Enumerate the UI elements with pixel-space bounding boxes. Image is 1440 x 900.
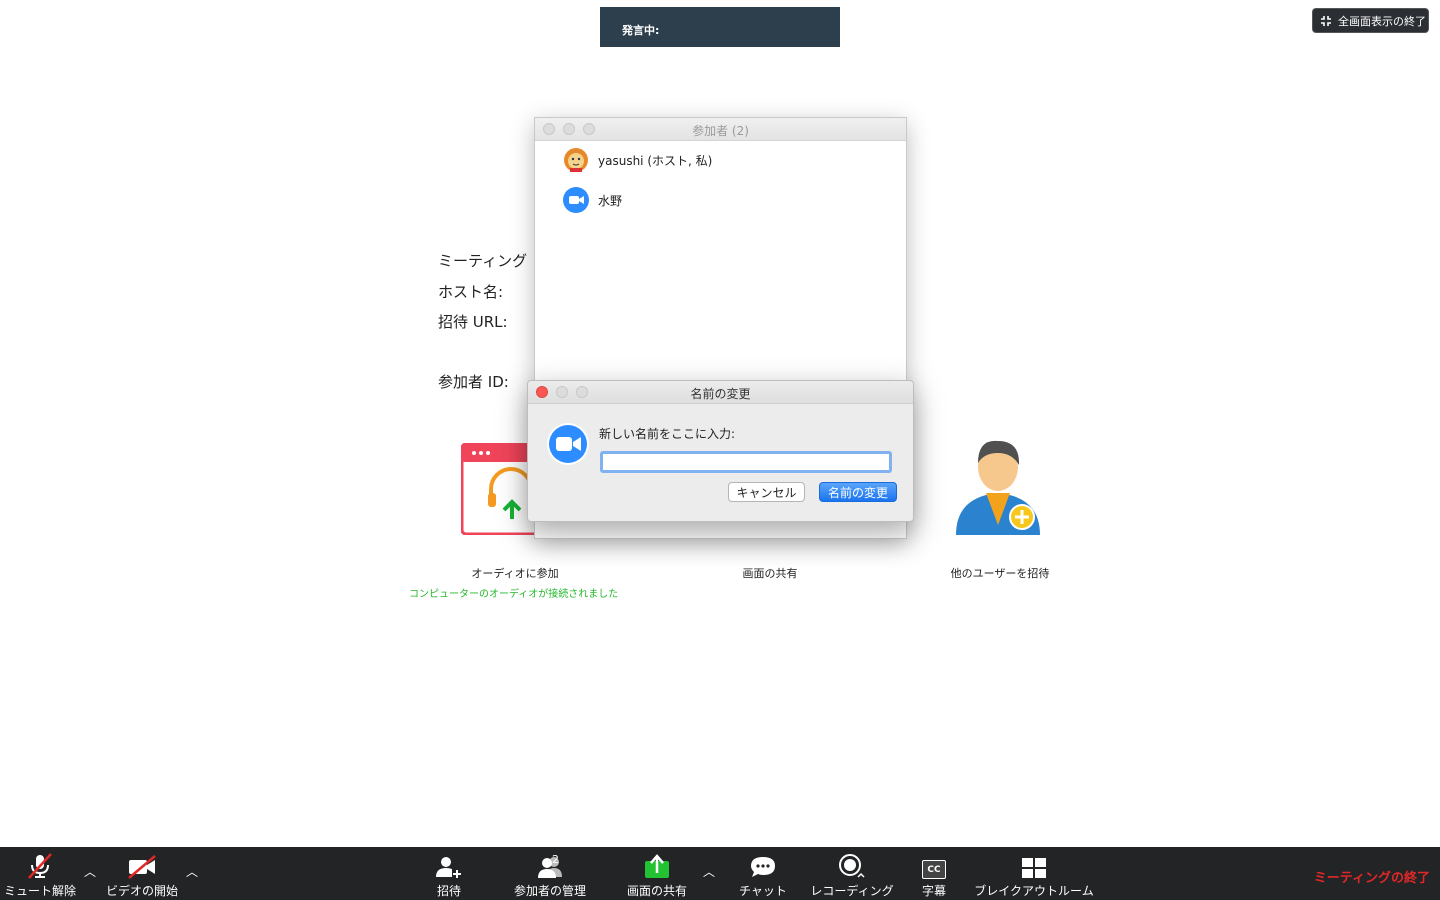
participants-title: 参加者 (2) — [692, 124, 749, 138]
chat-button[interactable]: チャット — [736, 847, 790, 900]
recording-button[interactable]: レコーディング — [808, 847, 896, 900]
breakout-rooms-label: ブレイクアウトルーム — [974, 884, 1094, 898]
share-screen-button[interactable]: 画面の共有 — [622, 847, 692, 900]
captions-button[interactable]: CC 字幕 — [914, 847, 954, 900]
active-speaker-label: 発言中: — [622, 24, 660, 37]
participant-name: yasushi (ホスト, 私) — [598, 153, 713, 168]
breakout-rooms-icon — [1022, 858, 1046, 878]
invite-label: 招待 — [436, 884, 461, 898]
end-meeting-button[interactable]: ミーティングの終了 — [1314, 867, 1430, 886]
rename-prompt: 新しい名前をここに入力: — [599, 427, 736, 441]
participant-row[interactable]: yasushi (ホスト, 私) — [563, 147, 712, 173]
unmute-label: ミュート解除 — [3, 884, 76, 898]
video-off-icon — [128, 855, 156, 879]
audio-connected-status: コンピューターのオーディオが接続されました — [409, 589, 619, 600]
unmute-button[interactable]: ミュート解除 — [2, 847, 78, 900]
captions-label: 字幕 — [921, 884, 946, 898]
rename-dialog-title: 名前の変更 — [690, 387, 751, 401]
start-video-label: ビデオの開始 — [105, 884, 178, 898]
cancel-button[interactable]: キャンセル — [728, 482, 805, 502]
breakout-rooms-button[interactable]: ブレイクアウトルーム — [972, 847, 1096, 900]
recording-label: レコーディング — [810, 884, 894, 898]
chat-icon — [751, 857, 775, 877]
participant-row[interactable]: 水野 — [563, 187, 622, 213]
video-options-chevron-icon[interactable]: ︿ — [186, 863, 198, 880]
share-options-chevron-icon[interactable]: ︿ — [703, 863, 715, 880]
manage-participants-button[interactable]: 2 参加者の管理 — [512, 847, 588, 900]
invite-users-tile[interactable] — [952, 437, 1044, 541]
rename-confirm-button[interactable]: 名前の変更 — [819, 482, 897, 502]
exit-fullscreen-button[interactable]: 全画面表示の終了 — [1312, 8, 1429, 33]
join-audio-label: オーディオに参加 — [471, 567, 559, 580]
share-screen-tile-label: 画面の共有 — [742, 567, 798, 580]
participants-count-badge: 2 — [552, 853, 559, 866]
chat-label: チャット — [739, 884, 787, 898]
meeting-toolbar: ミュート解除 ︿ ビデオの開始 ︿ 招待 2 参加者の管理 画面の共有 ︿ チャ… — [0, 847, 1440, 900]
rename-dialog: 名前の変更 新しい名前をここに入力: キャンセル 名前の変更 — [527, 380, 914, 522]
lion-avatar-icon — [564, 148, 588, 172]
participant-name: 水野 — [598, 193, 623, 208]
manage-participants-label: 参加者の管理 — [513, 884, 586, 898]
invite-button[interactable]: 招待 — [426, 847, 472, 900]
zoom-logo-icon — [547, 423, 589, 465]
record-icon — [839, 854, 865, 878]
start-video-button[interactable]: ビデオの開始 — [104, 847, 180, 900]
meeting-title-label: ミーティング — [438, 252, 528, 270]
zoom-camera-icon — [563, 187, 589, 213]
participants-icon — [538, 857, 562, 878]
host-name-label: ホスト名: — [438, 283, 504, 301]
invite-users-label: 他のユーザーを招待 — [950, 567, 1050, 580]
invite-url-label: 招待 URL: — [438, 313, 508, 331]
add-user-icon — [436, 857, 462, 879]
rename-dialog-titlebar[interactable]: 名前の変更 — [528, 381, 913, 404]
participants-titlebar[interactable]: 参加者 (2) — [535, 118, 906, 141]
share-screen-icon — [645, 854, 669, 878]
muted-mic-icon — [28, 853, 52, 879]
active-speaker-banner: 発言中: — [600, 7, 840, 47]
exit-fullscreen-label: 全画面表示の終了 — [1338, 14, 1426, 28]
participant-id-label: 参加者 ID: — [438, 373, 509, 391]
audio-options-chevron-icon[interactable]: ︿ — [84, 863, 96, 880]
cc-icon-text: CC — [927, 864, 941, 875]
new-name-input[interactable] — [600, 451, 892, 473]
exit-fullscreen-icon — [1321, 15, 1331, 26]
cc-icon: CC — [922, 860, 946, 879]
share-screen-label: 画面の共有 — [626, 884, 687, 898]
invite-user-icon — [956, 440, 1040, 535]
